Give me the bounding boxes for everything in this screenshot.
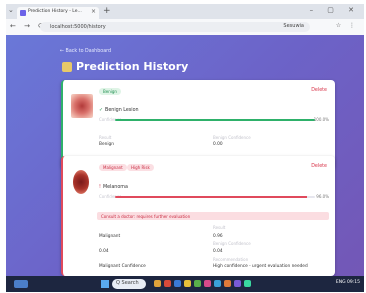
- detail-value: High confidence - urgent evaluation need…: [213, 264, 308, 269]
- risk-badge: High Risk: [127, 164, 154, 171]
- result-badge: Benign: [99, 88, 121, 95]
- url-field[interactable]: localhost:5000/history Sesuwia: [40, 22, 310, 32]
- app-icon[interactable]: [204, 280, 211, 287]
- tab-strip: ⌄ Prediction History - Le... × + – ▢ ✕: [6, 4, 364, 19]
- confidence-bar-fill: [115, 119, 315, 121]
- confidence-bar: [115, 119, 315, 121]
- new-tab-button[interactable]: +: [103, 6, 111, 16]
- chrome-icon[interactable]: [164, 280, 171, 287]
- back-to-dashboard-link[interactable]: ← Back to Dashboard: [60, 49, 111, 54]
- system-tray[interactable]: ENG 09:15: [336, 280, 360, 285]
- detail-label: Recommendation: [213, 257, 249, 262]
- detail-value: 0.00: [213, 142, 223, 147]
- detail-label: Benign Confidence: [213, 241, 251, 246]
- confidence-bar-fill: [115, 196, 307, 198]
- tab-menu-icon[interactable]: ⌄: [8, 6, 14, 14]
- extensions-icon[interactable]: ☆ ⋮: [336, 22, 358, 29]
- tab-close-icon[interactable]: ×: [91, 8, 96, 15]
- app-icon[interactable]: [194, 280, 201, 287]
- vscode-icon[interactable]: [234, 280, 241, 287]
- detail-label: Result: [213, 225, 226, 230]
- detail-value: Malignant: [99, 234, 121, 239]
- page-title: Prediction History: [76, 60, 189, 73]
- tab-title: Prediction History - Le...: [28, 9, 82, 14]
- app-icon[interactable]: [214, 280, 221, 287]
- edge-icon[interactable]: [174, 280, 181, 287]
- confidence-percent: 100.0%: [313, 117, 329, 122]
- detail-value: 0.04: [213, 249, 223, 254]
- favicon-icon: [20, 10, 26, 16]
- taskbar: Q Search ENG 09:15: [6, 276, 364, 292]
- detail-label: Benign Confidence: [213, 135, 251, 140]
- detail-label: Result: [99, 135, 112, 140]
- prediction-label: ✓ Benign Lesion: [99, 108, 139, 113]
- warning-text: Consult a doctor: requires further evalu…: [101, 213, 191, 219]
- folder-icon[interactable]: [184, 280, 191, 287]
- alert-icon: !: [99, 185, 101, 190]
- detail-value: 0.96: [213, 234, 223, 239]
- start-button-icon[interactable]: [101, 280, 109, 288]
- browser-tab[interactable]: Prediction History - Le... ×: [17, 7, 99, 19]
- monitor-screen: ⌄ Prediction History - Le... × + – ▢ ✕ ←…: [6, 4, 364, 292]
- app-icon[interactable]: [244, 280, 251, 287]
- prediction-text: Benign Lesion: [105, 108, 139, 113]
- lesion-thumbnail[interactable]: [73, 170, 89, 194]
- delete-button[interactable]: Delete: [311, 88, 327, 93]
- check-icon: ✓: [99, 108, 104, 113]
- history-page: ← Back to Dashboard Prediction History B…: [6, 35, 364, 276]
- taskbar-search[interactable]: Q Search: [112, 279, 146, 289]
- search-placeholder: Q Search: [116, 280, 139, 286]
- url-text: localhost:5000/history: [50, 24, 106, 30]
- prediction-label: ! Melanoma: [99, 185, 128, 190]
- history-card: Malignant High Risk Delete ! Melanoma Con…: [61, 156, 335, 276]
- weather-widget-icon[interactable]: [14, 280, 28, 288]
- title-row: Prediction History: [62, 60, 188, 73]
- address-bar-row: ← → ⟳ localhost:5000/history Sesuwia ☆ ⋮: [6, 19, 364, 35]
- lesion-thumbnail[interactable]: [71, 94, 93, 118]
- prediction-text: Melanoma: [102, 185, 128, 190]
- detail-value: Benign: [99, 142, 114, 147]
- confidence-bar: [115, 196, 315, 198]
- detail-value: Malignant Confidence: [99, 264, 146, 269]
- confidence-percent: 96.0%: [316, 194, 329, 199]
- detail-value: 0.04: [99, 249, 109, 254]
- app-icon[interactable]: [224, 280, 231, 287]
- history-icon: [62, 61, 72, 72]
- result-badge: Malignant: [99, 164, 127, 171]
- warning-banner: Consult a doctor: requires further evalu…: [97, 212, 329, 220]
- profile-label[interactable]: Sesuwia: [283, 23, 304, 29]
- delete-button[interactable]: Delete: [311, 164, 327, 169]
- window-controls[interactable]: – ▢ ✕: [310, 6, 360, 14]
- file-explorer-icon[interactable]: [154, 280, 161, 287]
